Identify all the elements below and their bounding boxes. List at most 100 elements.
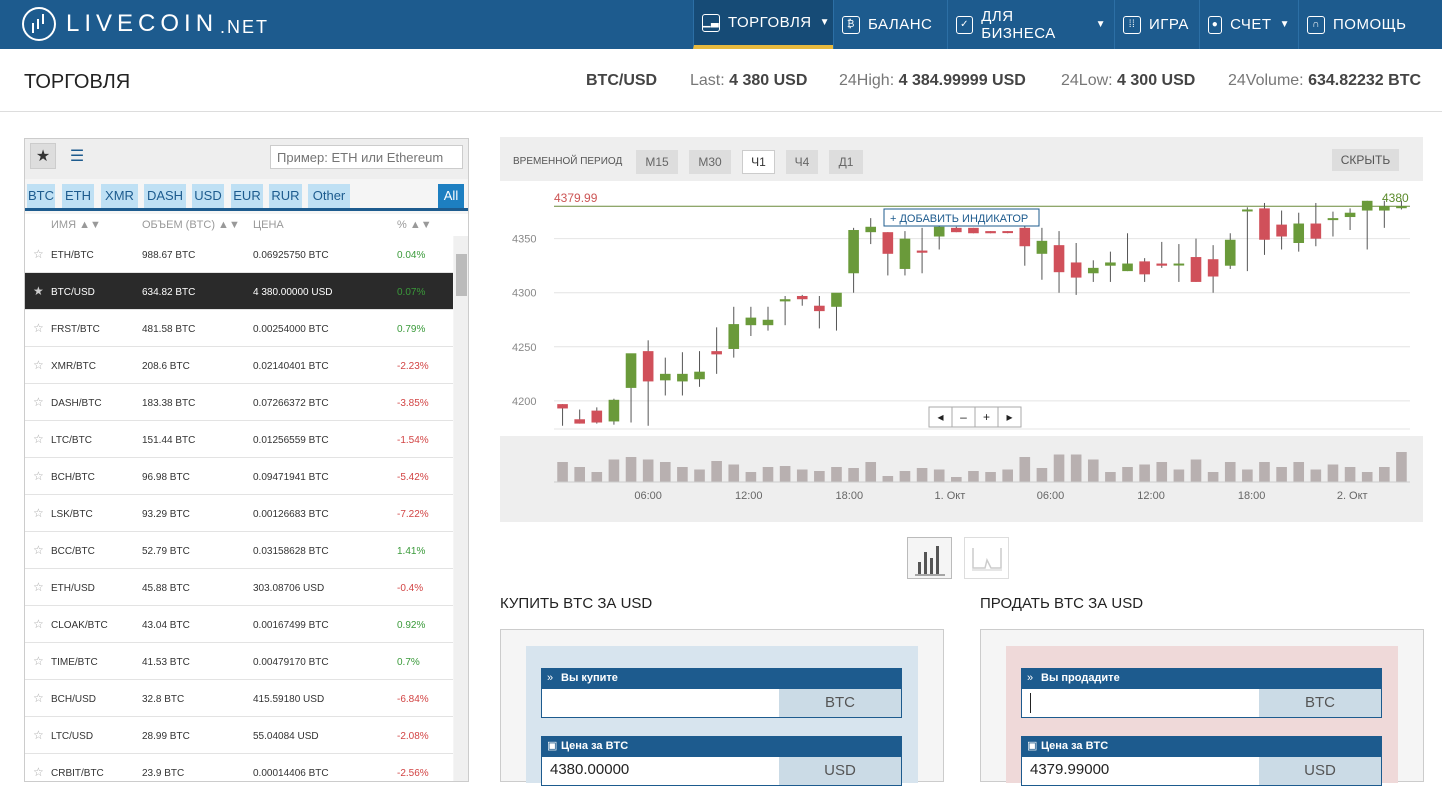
nav-game[interactable]: ⁞⁞ ИГРА xyxy=(1114,0,1199,49)
col-volume[interactable]: ОБЪЕМ (BTC) ▲▼ xyxy=(142,219,240,231)
market-row[interactable]: ☆ DASH/BTC 183.38 BTC 0.07266372 BTC -3.85% xyxy=(25,384,453,421)
x-tick-label: 06:00 xyxy=(1037,490,1065,502)
timeframe-d1[interactable]: Д1 xyxy=(829,150,863,174)
candle-body xyxy=(1293,223,1305,243)
timeframe-h1[interactable]: Ч1 xyxy=(742,150,775,174)
favorite-star-icon[interactable]: ☆ xyxy=(33,432,44,446)
y-tick-label: 4350 xyxy=(512,234,536,246)
grid-icon: ⁞⁞ xyxy=(1123,15,1141,34)
logo-icon xyxy=(22,7,56,41)
market-search-input[interactable] xyxy=(270,145,463,169)
candle-body xyxy=(779,299,791,302)
market-change: -2.08% xyxy=(397,731,429,742)
markets-scrollbar[interactable] xyxy=(454,236,468,781)
market-row[interactable]: ☆ BCH/BTC 96.98 BTC 0.09471941 BTC -5.42% xyxy=(25,458,453,495)
nav-business[interactable]: ✓ ДЛЯ БИЗНЕСА ▼ xyxy=(947,0,1114,49)
last-value: 4 380 USD xyxy=(729,72,808,89)
filter-other[interactable]: Other xyxy=(308,184,350,208)
filter-all[interactable]: All xyxy=(438,184,464,208)
col-name[interactable]: ИМЯ ▲▼ xyxy=(51,219,101,231)
sell-price-value[interactable]: 4379.99000 xyxy=(1030,761,1109,778)
nav-account[interactable]: ● СЧЕТ ▼ xyxy=(1199,0,1298,49)
depth-view-toggle[interactable] xyxy=(964,537,1009,579)
livecoin-logo[interactable]: LIVECOIN .NET xyxy=(22,6,269,42)
filter-usd[interactable]: USD xyxy=(192,184,224,208)
briefcase-check-icon: ✓ xyxy=(956,15,974,34)
zoom-control-label: ▸ xyxy=(1006,410,1012,424)
favorites-star-icon[interactable]: ★ xyxy=(30,143,56,169)
market-row[interactable]: ☆ BCH/USD 32.8 BTC 415.59180 USD -6.84% xyxy=(25,680,453,717)
timeframe-h4[interactable]: Ч4 xyxy=(786,150,818,174)
market-row[interactable]: ☆ CRBIT/BTC 23.9 BTC 0.00014406 BTC -2.56% xyxy=(25,754,453,781)
favorite-star-icon[interactable]: ☆ xyxy=(33,580,44,594)
market-row[interactable]: ☆ XMR/BTC 208.6 BTC 0.02140401 BTC -2.23% xyxy=(25,347,453,384)
list-icon[interactable]: ☰ xyxy=(64,143,90,169)
market-row[interactable]: ☆ LSK/BTC 93.29 BTC 0.00126683 BTC -7.22% xyxy=(25,495,453,532)
scroll-thumb[interactable] xyxy=(456,254,467,296)
volume-bar xyxy=(557,462,568,482)
volume-bar xyxy=(1156,462,1168,482)
buy-price-value[interactable]: 4380.00000 xyxy=(550,761,629,778)
favorite-star-icon[interactable]: ☆ xyxy=(33,321,44,335)
filter-eth[interactable]: ETH xyxy=(62,184,94,208)
favorite-star-icon[interactable]: ☆ xyxy=(33,469,44,483)
buy-form: » Вы купите BTC ▣ Цена за BTC 4380.00000 US… xyxy=(526,646,918,786)
col-change[interactable]: % ▲▼ xyxy=(397,219,432,231)
filter-eur[interactable]: EUR xyxy=(231,184,263,208)
market-row[interactable]: ☆ ETH/BTC 988.67 BTC 0.06925750 BTC 0.04% xyxy=(25,236,453,273)
favorite-star-icon[interactable]: ☆ xyxy=(33,691,44,705)
market-row[interactable]: ☆ LTC/USD 28.99 BTC 55.04084 USD -2.08% xyxy=(25,717,453,754)
favorite-star-icon[interactable]: ☆ xyxy=(33,247,44,261)
favorite-star-icon[interactable]: ☆ xyxy=(33,395,44,409)
volume-bar xyxy=(865,462,877,482)
add-indicator-label[interactable]: + ДОБАВИТЬ ИНДИКАТОР xyxy=(890,213,1028,225)
buy-amount-input[interactable]: BTC xyxy=(541,688,902,718)
nav-trading[interactable]: ▁▃ ТОРГОВЛЯ ▼ xyxy=(693,0,833,49)
market-row[interactable]: ☆ TIME/BTC 41.53 BTC 0.00479170 BTC 0.7% xyxy=(25,643,453,680)
pair-value: BTC/USD xyxy=(586,72,658,89)
volume-bar xyxy=(574,467,585,482)
volume-bar xyxy=(968,471,979,482)
high-label: 24High: xyxy=(839,72,895,89)
market-row[interactable]: ☆ BCC/BTC 52.79 BTC 0.03158628 BTC 1.41% xyxy=(25,532,453,569)
favorite-star-icon[interactable]: ☆ xyxy=(33,765,44,779)
hide-chart-button[interactable]: СКРЫТЬ xyxy=(1332,149,1399,171)
nav-balance[interactable]: ₿ БАЛАНС xyxy=(833,0,947,49)
market-pair: CRBIT/BTC xyxy=(51,768,104,779)
market-row[interactable]: ☆ LTC/BTC 151.44 BTC 0.01256559 BTC -1.54% xyxy=(25,421,453,458)
favorite-star-icon[interactable]: ☆ xyxy=(33,506,44,520)
timeframe-m30[interactable]: M30 xyxy=(689,150,731,174)
filter-xmr[interactable]: XMR xyxy=(101,184,138,208)
nav-help[interactable]: ∩ ПОМОЩЬ xyxy=(1298,0,1422,49)
market-change: -7.22% xyxy=(397,509,429,520)
add-indicator-button[interactable]: + ДОБАВИТЬ ИНДИКАТОР xyxy=(883,208,1040,227)
market-row[interactable]: ☆ CLOAK/BTC 43.04 BTC 0.00167499 BTC 0.92% xyxy=(25,606,453,643)
market-row[interactable]: ☆ ETH/USD 45.88 BTC 303.08706 USD -0.4% xyxy=(25,569,453,606)
market-pair: LTC/BTC xyxy=(51,435,92,446)
headset-icon: ∩ xyxy=(1307,15,1325,34)
timeframe-m15[interactable]: M15 xyxy=(636,150,678,174)
bar-chart-icon xyxy=(915,546,945,576)
favorite-star-icon[interactable]: ★ xyxy=(33,284,44,298)
dropdown-icon: ▼ xyxy=(819,17,831,28)
candles-view-toggle[interactable] xyxy=(907,537,952,579)
favorite-star-icon[interactable]: ☆ xyxy=(33,358,44,372)
filter-dash[interactable]: DASH xyxy=(144,184,186,208)
market-pair: ETH/USD xyxy=(51,583,95,594)
volume-bar xyxy=(1139,464,1150,482)
sell-price-label: ▣ Цена за BTC xyxy=(1021,736,1382,756)
favorite-star-icon[interactable]: ☆ xyxy=(33,728,44,742)
sell-amount-input[interactable]: BTC xyxy=(1021,688,1382,718)
filter-rur[interactable]: RUR xyxy=(269,184,302,208)
favorite-star-icon[interactable]: ☆ xyxy=(33,617,44,631)
market-row[interactable]: ☆ FRST/BTC 481.58 BTC 0.00254000 BTC 0.79% xyxy=(25,310,453,347)
x-tick-label: 06:00 xyxy=(634,490,662,502)
volume-bar xyxy=(1002,469,1013,482)
favorite-star-icon[interactable]: ☆ xyxy=(33,543,44,557)
favorite-star-icon[interactable]: ☆ xyxy=(33,654,44,668)
candle-body xyxy=(745,317,757,326)
ticker-last: Last: 4 380 USD xyxy=(690,72,807,90)
filter-btc[interactable]: BTC xyxy=(27,184,55,208)
volume-bar xyxy=(1173,469,1185,482)
market-row[interactable]: ★ BTC/USD 634.82 BTC 4 380.00000 USD 0.07% xyxy=(25,273,453,310)
